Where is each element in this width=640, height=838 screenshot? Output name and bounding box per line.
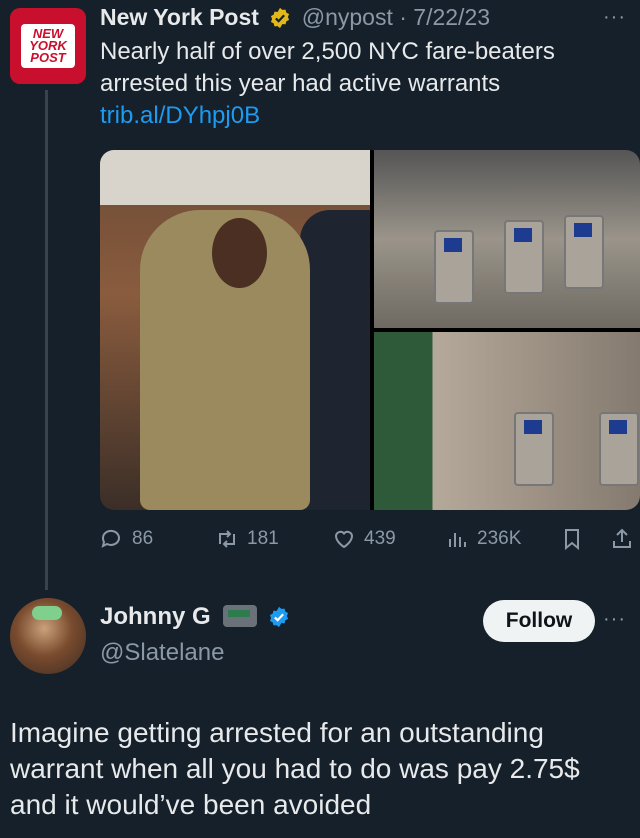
nypost-avatar[interactable]: NEW YORK POST <box>10 8 86 84</box>
turnstile-graphic <box>599 412 639 486</box>
reply-button[interactable]: 86 <box>100 527 153 551</box>
author-handle[interactable]: @nypost <box>302 4 393 30</box>
like-button[interactable]: 439 <box>332 527 396 551</box>
verified-gold-icon <box>271 7 290 29</box>
photo-suspect <box>140 210 310 510</box>
reply-count: 86 <box>132 528 154 549</box>
reply-author-name[interactable]: Johnny G <box>100 603 211 630</box>
retweet-count: 181 <box>247 528 279 549</box>
thread-connector-line <box>45 90 48 590</box>
bookmark-icon <box>565 529 579 551</box>
pager-emoji-icon <box>223 605 258 627</box>
verified-blue-icon <box>269 606 289 628</box>
bookmark-button[interactable] <box>560 527 584 551</box>
more-options-icon[interactable]: ··· <box>603 6 626 29</box>
reply-header: Johnny G <box>100 603 294 631</box>
photo-turnstiles[interactable] <box>374 150 640 328</box>
reply-author-handle[interactable]: @Slatelane <box>100 639 224 667</box>
retweet-icon <box>219 530 235 548</box>
like-count: 439 <box>364 528 396 549</box>
photo-arrest[interactable] <box>100 150 370 510</box>
nypost-logo: NEW YORK POST <box>21 24 75 68</box>
turnstile-graphic <box>564 215 604 289</box>
share-icon <box>613 528 631 548</box>
retweet-button[interactable]: 181 <box>215 527 279 551</box>
dot-separator: · <box>399 4 407 30</box>
tweet-media-grid[interactable] <box>100 150 640 510</box>
author-name[interactable]: New York Post <box>100 4 259 30</box>
turnstile-graphic <box>504 220 544 294</box>
avatar-hat <box>32 606 62 620</box>
tweet-date[interactable]: 7/22/23 <box>413 4 490 30</box>
turnstile-graphic <box>434 230 474 304</box>
views-button[interactable]: 236K <box>445 527 521 551</box>
analytics-icon <box>449 533 466 547</box>
johnny-avatar[interactable] <box>10 598 86 674</box>
reply-text: Imagine getting arrested for an outstand… <box>10 717 580 820</box>
photo-fare-evader[interactable] <box>374 332 640 510</box>
follow-button[interactable]: Follow <box>483 600 595 642</box>
heart-icon <box>334 530 354 549</box>
turnstile-graphic <box>514 412 554 486</box>
reply-more-options-icon[interactable]: ··· <box>603 608 626 631</box>
tweet-header: New York Post @nypost · 7/22/23 <box>100 4 490 31</box>
reply-icon <box>101 529 120 548</box>
tweet-body: Nearly half of over 2,500 NYC fare-beate… <box>100 38 555 97</box>
tweet-text: Nearly half of over 2,500 NYC fare-beate… <box>100 36 620 132</box>
photo-suspect-head <box>212 218 267 288</box>
tweet-link[interactable]: trib.al/DYhpj0B <box>100 102 260 129</box>
views-count: 236K <box>477 528 522 549</box>
photo-wall <box>100 150 370 205</box>
photo-officer <box>300 210 370 510</box>
share-button[interactable] <box>610 527 634 551</box>
